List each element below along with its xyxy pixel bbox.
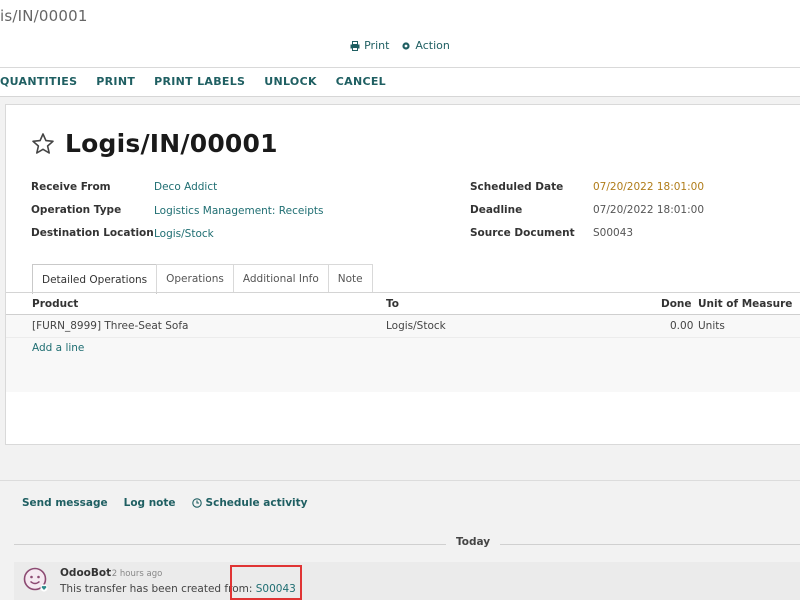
- clock-icon: [191, 498, 202, 508]
- column-done[interactable]: Done: [661, 298, 692, 310]
- date-separator-label: Today: [446, 536, 501, 548]
- table-row[interactable]: [FURN_8999] Three-Seat Sofa Logis/Stock …: [6, 315, 800, 338]
- date-separator-line: [14, 544, 800, 545]
- star-icon[interactable]: [31, 132, 55, 156]
- chatter-message: OdooBot - 2 hours ago This transfer has …: [14, 562, 800, 600]
- operation-type-label: Operation Type: [31, 204, 122, 216]
- top-actions: Print Action: [0, 39, 800, 52]
- column-unit-of-measure[interactable]: Unit of Measure: [698, 298, 792, 310]
- receive-from-label: Receive From: [31, 181, 111, 193]
- tab-additional-info[interactable]: Additional Info: [232, 264, 329, 293]
- chatter-divider: [0, 480, 800, 481]
- operation-type-value[interactable]: Logistics Management: Receipts: [154, 205, 324, 217]
- table-empty-area: [6, 360, 800, 392]
- gear-icon: [402, 41, 411, 50]
- deadline-value[interactable]: 07/20/2022 18:01:00: [593, 204, 704, 216]
- row-product: [FURN_8999] Three-Seat Sofa: [32, 320, 189, 332]
- record-title: Logis/IN/00001: [65, 129, 278, 158]
- column-product[interactable]: Product: [32, 298, 78, 310]
- add-line-link[interactable]: Add a line: [32, 342, 84, 354]
- scheduled-date-label: Scheduled Date: [470, 181, 564, 193]
- action-menu-label: Action: [415, 39, 450, 52]
- print-labels-button[interactable]: PRINT LABELS: [154, 75, 245, 88]
- message-author[interactable]: OdooBot: [60, 567, 111, 579]
- chatter-actions: Send message Log note Schedule activity: [22, 497, 308, 509]
- statusbar-buttons: QUANTITIES PRINT PRINT LABELS UNLOCK CAN…: [0, 75, 386, 88]
- detailed-operations-table: Product To Done Unit of Measure [FURN_89…: [6, 293, 800, 392]
- unlock-button[interactable]: UNLOCK: [264, 75, 317, 88]
- source-document-label: Source Document: [470, 227, 575, 239]
- add-line-row: Add a line: [6, 338, 800, 360]
- breadcrumb[interactable]: is/IN/00001: [0, 7, 88, 25]
- print-button[interactable]: PRINT: [96, 75, 135, 88]
- source-document-value[interactable]: S00043: [593, 227, 633, 239]
- printer-icon: [350, 40, 360, 51]
- control-panel-divider: [0, 67, 800, 68]
- message-timestamp: - 2 hours ago: [106, 569, 163, 579]
- message-text: This transfer has been created from:: [60, 583, 253, 595]
- scheduled-date-value[interactable]: 07/20/2022 18:01:00: [593, 181, 704, 193]
- row-to: Logis/Stock: [386, 320, 446, 332]
- tab-detailed-operations[interactable]: Detailed Operations: [32, 264, 158, 294]
- quantities-button[interactable]: QUANTITIES: [0, 75, 77, 88]
- form-sheet: Logis/IN/00001 Receive From Deco Addict …: [5, 104, 800, 445]
- title-row: Logis/IN/00001: [31, 129, 278, 158]
- receive-from-value[interactable]: Deco Addict: [154, 181, 217, 193]
- control-panel: is/IN/00001 Print Action QUANTITIES PRIN…: [0, 0, 800, 97]
- row-done: 0.00: [670, 320, 694, 332]
- cancel-button[interactable]: CANCEL: [336, 75, 386, 88]
- destination-location-value[interactable]: Logis/Stock: [154, 228, 214, 240]
- tab-note[interactable]: Note: [327, 264, 373, 293]
- deadline-label: Deadline: [470, 204, 523, 216]
- print-menu-button[interactable]: Print: [350, 39, 389, 52]
- send-message-button[interactable]: Send message: [22, 497, 108, 509]
- table-header: Product To Done Unit of Measure: [6, 293, 800, 315]
- odoobot-avatar-icon[interactable]: [23, 567, 49, 593]
- row-uom: Units: [698, 320, 725, 332]
- schedule-activity-button[interactable]: Schedule activity: [191, 497, 308, 509]
- print-menu-label: Print: [364, 39, 390, 52]
- destination-location-label: Destination Location: [31, 227, 154, 239]
- column-to[interactable]: To: [386, 298, 399, 310]
- log-note-button[interactable]: Log note: [124, 497, 176, 509]
- tab-operations[interactable]: Operations: [156, 264, 234, 293]
- schedule-activity-label: Schedule activity: [205, 497, 308, 509]
- notebook-tabs: Detailed Operations Operations Additiona…: [32, 264, 373, 294]
- action-menu-button[interactable]: Action: [401, 39, 450, 52]
- highlight-annotation-box: [230, 565, 302, 600]
